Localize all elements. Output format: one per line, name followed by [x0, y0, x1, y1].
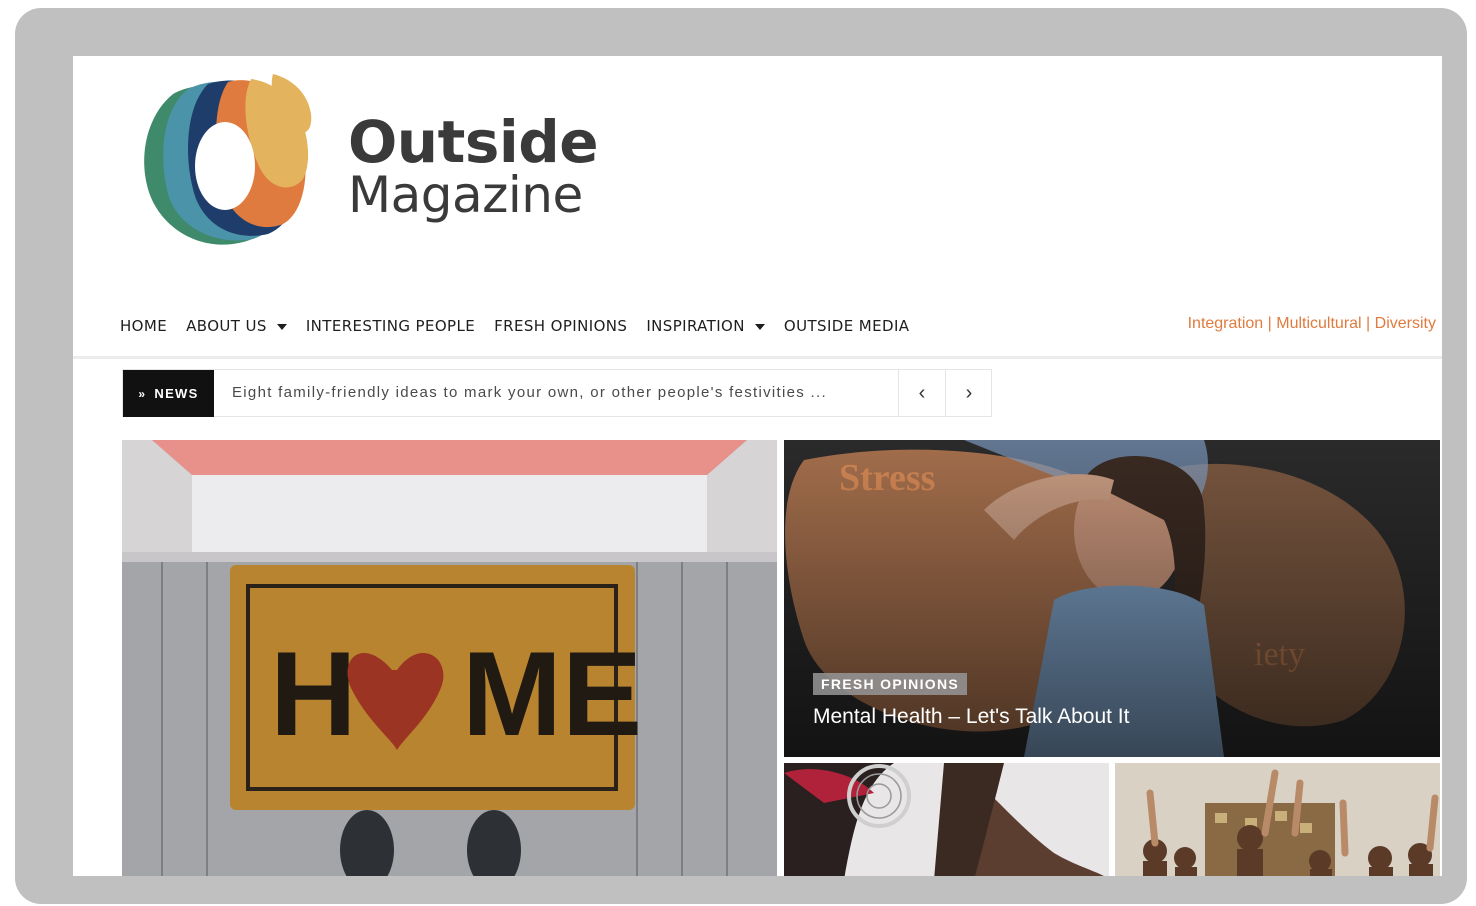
nav-item-label: HOME [120, 317, 168, 335]
brand-line-1: Outside [348, 108, 599, 176]
ticker-label: » NEWS [123, 370, 214, 417]
brand-wordmark[interactable]: Outside Magazine [348, 108, 599, 224]
nav-item-label: FRESH OPINIONS [494, 317, 628, 335]
ticker-next-button[interactable]: › [945, 370, 992, 417]
nav-item-label: INSPIRATION [646, 317, 745, 335]
nav-item-about-us[interactable]: ABOUT US [186, 317, 287, 335]
svg-text:H: H [270, 627, 357, 761]
window-frame: Outside Magazine HOME ABOUT US INTERESTI… [15, 8, 1467, 904]
web-page: Outside Magazine HOME ABOUT US INTERESTI… [73, 56, 1442, 876]
chevron-right-icon: › [965, 382, 973, 404]
svg-text:ME: ME [462, 627, 642, 761]
nav-item-label: OUTSIDE MEDIA [783, 317, 910, 335]
ticker-label-text: NEWS [154, 386, 199, 401]
celebrating-people-image[interactable] [1115, 763, 1440, 876]
nav-item-interesting-people[interactable]: INTERESTING PEOPLE [306, 317, 475, 335]
nav-item-inspiration[interactable]: INSPIRATION [646, 317, 765, 335]
nav-divider [73, 356, 1442, 359]
double-chevron-right-icon: » [138, 386, 147, 401]
featured-article-title[interactable]: Mental Health – Let's Talk About It [813, 705, 1129, 729]
news-ticker: » NEWS Eight family-friendly ideas to ma… [122, 369, 992, 417]
brand-line-2: Magazine [348, 166, 583, 224]
nav-item-label: ABOUT US [186, 317, 267, 335]
ticker-prev-button[interactable]: ‹ [898, 370, 945, 417]
wave-o-logo-icon[interactable] [133, 74, 313, 254]
caret-down-icon [276, 324, 287, 330]
chevron-left-icon: ‹ [918, 382, 926, 404]
caret-down-icon [754, 324, 765, 330]
category-badge[interactable]: FRESH OPINIONS [813, 673, 967, 695]
ticker-headline-link[interactable]: Eight family-friendly ideas to mark your… [232, 384, 892, 401]
dreamcatcher-person-image[interactable] [784, 763, 1109, 876]
home-doormat-image[interactable]: H ME [122, 440, 777, 876]
featured-article-card[interactable]: Stress iety FRESH OPINIONS Mental Health… [784, 440, 1440, 757]
nav-item-home[interactable]: HOME [120, 317, 167, 335]
nav-item-outside-media[interactable]: OUTSIDE MEDIA [784, 317, 910, 335]
nav-item-fresh-opinions[interactable]: FRESH OPINIONS [494, 317, 627, 335]
nav-item-label: INTERESTING PEOPLE [305, 317, 476, 335]
site-tagline: Integration | Multicultural | Diversity [1187, 315, 1436, 332]
main-nav: HOME ABOUT US INTERESTING PEOPLE FRESH O… [120, 311, 928, 341]
